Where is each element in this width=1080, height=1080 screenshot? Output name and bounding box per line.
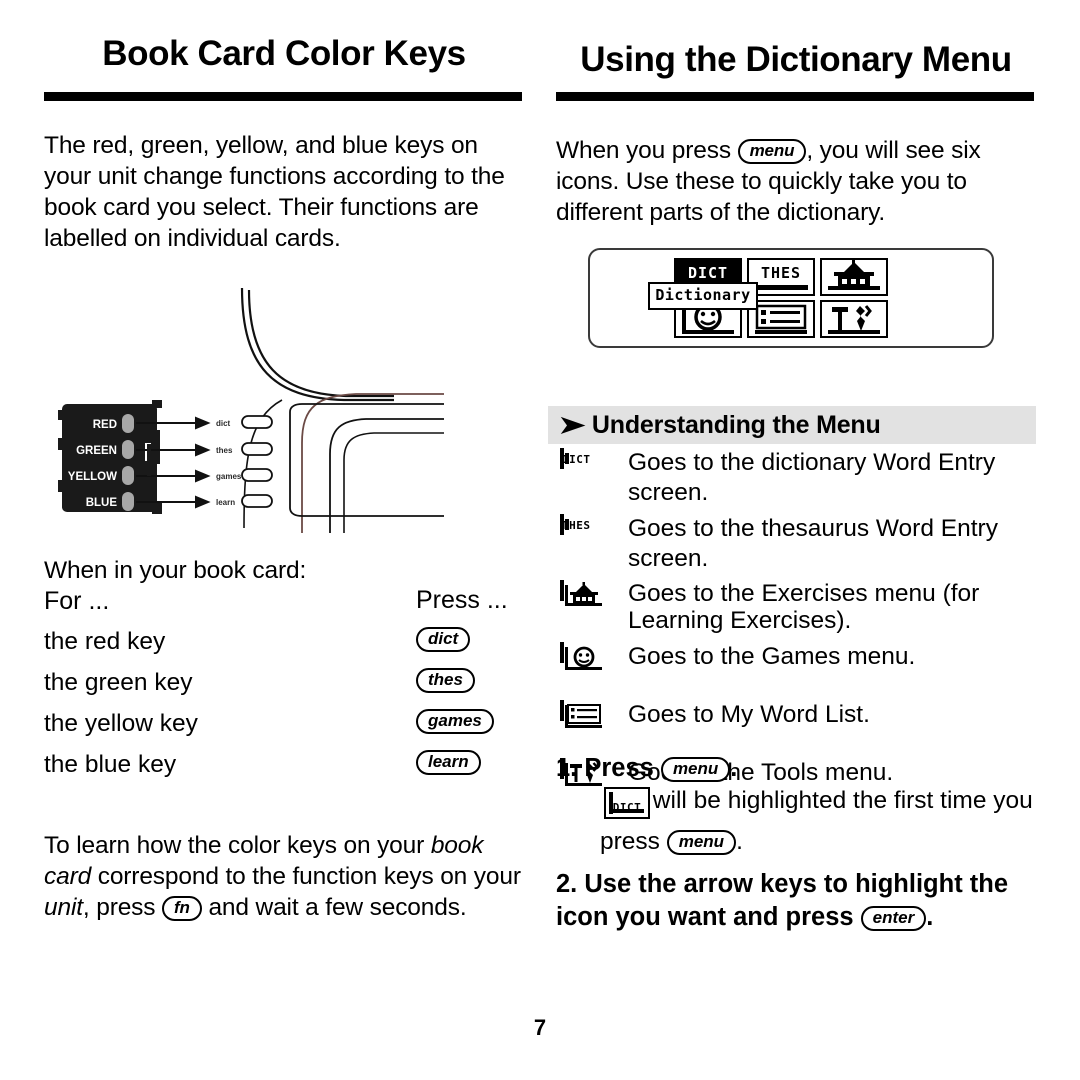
step-2-number: 2. — [556, 870, 578, 898]
key-learn[interactable]: learn — [416, 750, 481, 775]
row-key: learn — [416, 750, 524, 775]
step-1-body: DICT will be highlighted the first time … — [600, 785, 1036, 858]
step-1-tail: . — [730, 754, 738, 782]
key-menu[interactable]: menu — [666, 830, 737, 855]
right-intro-paragraph: When you press menu, you will see six ic… — [556, 135, 1036, 228]
key-fn[interactable]: fn — [162, 896, 202, 921]
right-column: Using the Dictionary Menu When you press… — [548, 0, 1036, 1080]
page-number: 7 — [533, 1015, 547, 1040]
thes-icon[interactable]: THES — [560, 514, 590, 535]
row-key: dict — [416, 627, 524, 652]
row-label: the red key — [44, 628, 166, 655]
outro-text-1: To learn how the color keys on your — [44, 832, 431, 859]
screen-thes-label: THES — [760, 264, 802, 282]
row-label: the blue key — [44, 751, 177, 778]
dict-icon[interactable]: DICT — [604, 787, 650, 828]
table-row: the red key dict — [44, 627, 524, 668]
diagram-label-red: RED — [93, 419, 117, 431]
screen-exercises-icon[interactable] — [820, 258, 888, 296]
step-1-body-text-1: will be highlighted the first time you p… — [600, 787, 1033, 855]
manual-page: Book Card Color Keys The red, green, yel… — [0, 0, 1080, 1080]
outro-text-2: correspond to the function keys on your — [91, 863, 521, 890]
list-item: DICT Goes to the dictionary Word Entry s… — [556, 448, 1036, 512]
left-page-title: Book Card Color Keys — [102, 34, 466, 73]
diagram-label-blue: BLUE — [86, 497, 118, 509]
table-row: the blue key learn — [44, 750, 524, 791]
understanding-the-menu-heading: ➤ Understanding the Menu — [548, 406, 1036, 444]
diagram-unit-label-learn: learn — [216, 498, 235, 507]
list-item: Goes to the Games menu. — [556, 642, 1036, 698]
key-menu[interactable]: menu — [737, 139, 807, 164]
screen-tools-icon[interactable] — [820, 300, 888, 338]
diagram-label-yellow: YELLOW — [68, 471, 117, 483]
key-menu[interactable]: menu — [660, 757, 731, 782]
step-2: 2. Use the arrow keys to highlight the i… — [556, 868, 1036, 934]
diagram-unit-label-dict: dict — [216, 419, 231, 428]
screen-thes-base — [754, 285, 808, 290]
list-item-text: Goes to My Word List. — [628, 701, 870, 728]
key-dict[interactable]: dict — [416, 627, 471, 652]
lcd-frame: DICT THES Dictionary — [588, 248, 994, 348]
step-2-text-2: . — [926, 903, 934, 931]
row-label: the green key — [44, 669, 193, 696]
intro-text-1: When you press — [556, 137, 738, 164]
outro-text-4: and wait a few seconds. — [201, 894, 467, 921]
section-heading-text: Understanding the Menu — [591, 411, 881, 439]
row-key: thes — [416, 668, 524, 693]
dict-icon-label: DICT — [612, 801, 642, 814]
table-header-row: For ... Press ... — [44, 586, 524, 627]
list-item-text: Goes to the Games menu. — [628, 643, 916, 670]
arrow-right-icon: ➤ — [558, 412, 586, 439]
book-card-table-caption: When in your book card: — [44, 557, 307, 584]
book-card-key-table: For ... Press ... the red key dict the g… — [44, 586, 524, 791]
exercises-icon[interactable] — [560, 580, 602, 606]
right-page-title: Using the Dictionary Menu — [580, 40, 1012, 79]
screen-dict-label: DICT — [687, 264, 729, 282]
table-row: the yellow key games — [44, 709, 524, 750]
numbered-steps: 1. Press menu. DICT will be highlighted … — [556, 752, 1036, 934]
left-column: Book Card Color Keys The red, green, yel… — [44, 0, 524, 1080]
diagram-label-green: GREEN — [76, 445, 117, 457]
list-item: Goes to the Exercises menu (for Learning… — [556, 580, 1036, 640]
screen-tooltip: Dictionary — [648, 282, 758, 310]
word-list-icon[interactable] — [560, 700, 602, 728]
dictionary-menu-screen: DICT THES Dictionary — [588, 248, 994, 348]
step-1: 1. Press menu. — [556, 752, 1036, 785]
key-thes[interactable]: thes — [416, 668, 475, 693]
dict-icon[interactable]: DICT — [560, 448, 590, 469]
diagram-unit-label-thes: thes — [216, 446, 233, 455]
list-item: THES Goes to the thesaurus Word Entry sc… — [556, 514, 1036, 578]
step-1-body-text-2: . — [736, 828, 743, 855]
row-key: games — [416, 709, 524, 734]
outro-emphasis-unit: unit — [44, 894, 83, 921]
left-intro-paragraph: The red, green, yellow, and blue keys on… — [44, 132, 505, 252]
list-item-text: Goes to the dictionary Word Entry screen… — [628, 449, 996, 506]
step-2-text-1: Use the arrow keys to highlight the icon… — [556, 870, 1009, 931]
outro-text-3: , press — [82, 894, 163, 921]
key-games[interactable]: games — [416, 709, 494, 734]
list-item: Goes to My Word List. — [556, 700, 1036, 756]
diagram-unit-label-games: games — [216, 472, 242, 481]
menu-icon-list: DICT Goes to the dictionary Word Entry s… — [556, 448, 1036, 804]
book-card-color-key-diagram: RED GREEN YELLOW BLUE dict thes games le… — [44, 278, 524, 533]
step-1-lead: Press — [584, 754, 661, 782]
table-row: the green key thes — [44, 668, 524, 709]
step-1-number: 1. — [556, 754, 578, 782]
list-item-text: Goes to the thesaurus Word Entry screen. — [628, 515, 998, 572]
column-header-press: Press ... — [416, 586, 508, 614]
row-label: the yellow key — [44, 710, 198, 737]
games-icon[interactable] — [560, 642, 602, 670]
column-header-for: For ... — [44, 587, 110, 615]
left-outro-paragraph: To learn how the color keys on your book… — [44, 830, 524, 923]
key-enter[interactable]: enter — [860, 906, 927, 931]
list-item-text: Goes to the Exercises menu (for Learning… — [628, 580, 980, 634]
